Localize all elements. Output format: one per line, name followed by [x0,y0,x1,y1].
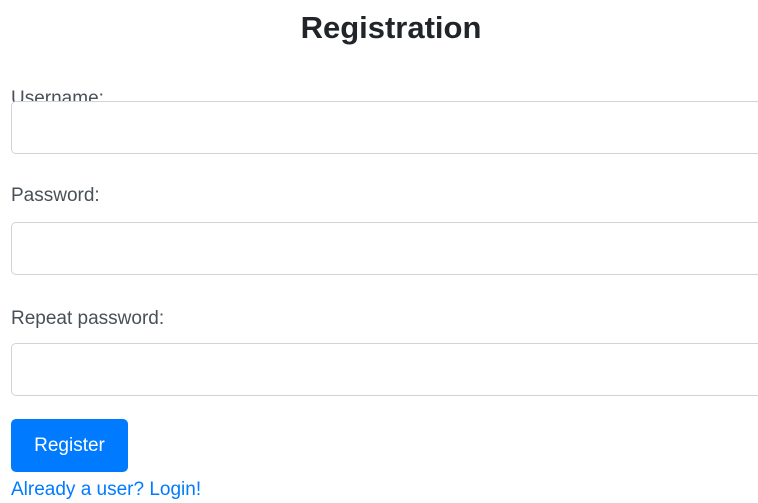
password-label: Password: [11,185,100,206]
repeat-password-input[interactable] [11,343,758,396]
username-input[interactable] [11,101,758,154]
page-title: Registration [300,10,482,45]
registration-page: Registration Username: Password: Repeat … [0,0,758,503]
repeat-password-label: Repeat password: [11,308,165,329]
password-input[interactable] [11,222,758,275]
register-button[interactable]: Register [11,419,128,472]
login-link[interactable]: Already a user? Login! [11,478,201,502]
